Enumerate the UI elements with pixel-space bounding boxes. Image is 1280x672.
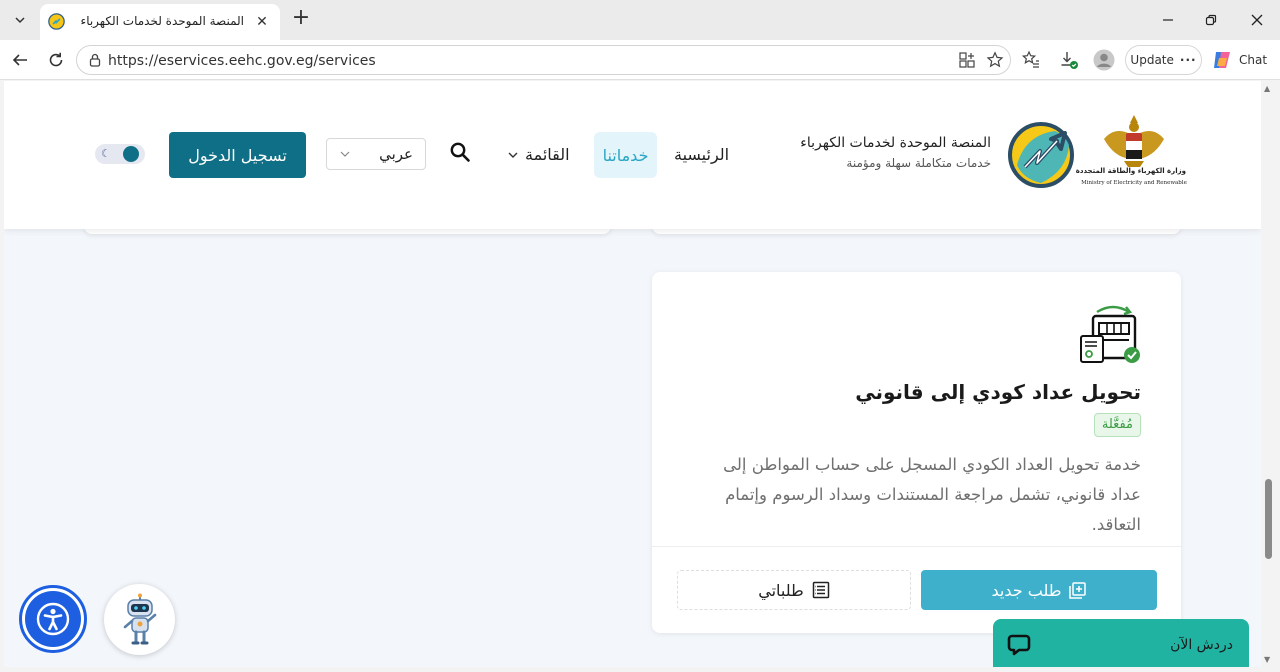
favorites-list-icon: [1021, 50, 1039, 68]
browser-tab[interactable]: المنصة الموحدة لخدمات الكهرباء ✕: [40, 4, 280, 40]
login-button[interactable]: تسجيل الدخول: [169, 132, 306, 178]
page-scrollbar[interactable]: ▲ ▼: [1261, 81, 1276, 667]
scroll-down-icon[interactable]: ▼: [1264, 655, 1270, 664]
language-selected-value: عربي: [379, 145, 413, 163]
service-card: تحويل عداد كودي إلى قانوني مُفعَّلة خدمة…: [652, 272, 1181, 633]
accessibility-button[interactable]: [19, 585, 87, 653]
chatbot-button[interactable]: [104, 584, 175, 655]
update-button[interactable]: Update ···: [1125, 45, 1202, 75]
url-text: https://eservices.eehc.gov.eg/services: [108, 53, 376, 69]
copilot-icon: [1214, 52, 1230, 68]
nav-home-link[interactable]: الرئيسية: [674, 145, 729, 164]
my-requests-label: طلباتي: [758, 580, 804, 600]
login-label: تسجيل الدخول: [188, 145, 287, 165]
reload-button[interactable]: [44, 48, 68, 72]
favorite-star-icon[interactable]: [986, 51, 1004, 69]
back-button[interactable]: [8, 48, 32, 72]
site-favicon-icon: [48, 13, 65, 30]
close-window-button[interactable]: [1245, 8, 1269, 32]
close-tab-icon[interactable]: ✕: [254, 14, 270, 30]
downloads-button[interactable]: [1057, 48, 1081, 72]
chevron-down-icon: [15, 17, 25, 24]
browser-tabstrip: المنصة الموحدة لخدمات الكهرباء ✕ +: [0, 0, 1280, 40]
chevron-down-icon: [340, 151, 350, 157]
more-options-icon: ···: [1179, 53, 1197, 67]
accessibility-icon: [36, 602, 70, 636]
my-requests-button[interactable]: طلباتي: [677, 570, 911, 610]
download-icon: [1061, 52, 1078, 69]
restore-icon: [1205, 14, 1217, 26]
favorites-button[interactable]: [1019, 48, 1043, 72]
site-header: وزارة الكهرباء والطاقة المتجددة Ministry…: [4, 81, 1261, 229]
app-available-icon[interactable]: [958, 51, 976, 69]
nav-menu-label: القائمة: [525, 145, 570, 164]
requests-list-icon: [812, 581, 830, 599]
service-title: تحويل عداد كودي إلى قانوني: [855, 380, 1141, 404]
minimize-icon: [1163, 19, 1173, 21]
nav-services-link[interactable]: خدماتنا: [594, 132, 657, 178]
copilot-chat-button[interactable]: Chat: [1207, 45, 1275, 75]
chevron-down-icon: [508, 152, 518, 158]
toggle-knob: [123, 146, 139, 162]
reload-icon: [49, 52, 63, 67]
close-icon: [1251, 14, 1263, 26]
ministry-name-arabic: وزارة الكهرباء والطاقة المتجددة: [1075, 167, 1186, 175]
back-arrow-icon: [12, 54, 27, 66]
scroll-up-icon[interactable]: ▲: [1264, 84, 1270, 93]
meter-conversion-icon: [1080, 305, 1140, 363]
chat-bubble-icon: [1007, 634, 1031, 656]
copilot-chat-label: Chat: [1239, 53, 1268, 67]
chat-now-label: دردش الآن: [1170, 637, 1233, 653]
search-icon[interactable]: [449, 141, 471, 163]
address-bar[interactable]: https://eservices.eehc.gov.eg/services: [76, 45, 1011, 75]
scrollbar-thumb[interactable]: [1265, 479, 1272, 559]
tab-title: المنصة الموحدة لخدمات الكهرباء: [80, 14, 244, 28]
accessibility-button-inner: [25, 591, 81, 647]
profile-avatar-icon: [1093, 49, 1115, 71]
moon-icon: ☾: [101, 147, 111, 160]
chat-now-widget[interactable]: دردش الآن: [993, 619, 1249, 667]
language-select[interactable]: عربي: [326, 138, 426, 170]
status-badge: مُفعَّلة: [1093, 413, 1141, 437]
profile-button[interactable]: [1092, 48, 1116, 72]
nav-menu-dropdown[interactable]: القائمة: [507, 145, 570, 164]
robot-icon: [123, 593, 156, 644]
lock-icon: [89, 53, 101, 67]
minimize-button[interactable]: [1156, 8, 1180, 32]
nav-services-label: خدماتنا: [602, 145, 649, 165]
new-request-button[interactable]: طلب جديد: [921, 570, 1157, 610]
tab-list-button[interactable]: [6, 6, 34, 34]
new-tab-button[interactable]: +: [290, 7, 312, 30]
ministry-name-english: Ministry of Electricity and Renewable: [1081, 180, 1187, 186]
platform-title: المنصة الموحدة لخدمات الكهرباء: [800, 135, 991, 151]
card-divider: [652, 546, 1181, 547]
page-viewport: وزارة الكهرباء والطاقة المتجددة Ministry…: [4, 81, 1261, 667]
service-description: خدمة تحويل العداد الكودي المسجل على حساب…: [723, 455, 1141, 534]
new-request-label: طلب جديد: [991, 580, 1062, 600]
restore-button[interactable]: [1199, 8, 1223, 32]
theme-toggle[interactable]: ☾: [95, 144, 145, 164]
browser-toolbar: https://eservices.eehc.gov.eg/services U…: [0, 40, 1280, 80]
update-label: Update: [1130, 53, 1174, 67]
platform-logo-icon[interactable]: [1007, 121, 1075, 189]
platform-subtitle: خدمات متكاملة سهلة ومؤمنة: [846, 156, 991, 170]
add-box-icon: [1069, 581, 1087, 599]
